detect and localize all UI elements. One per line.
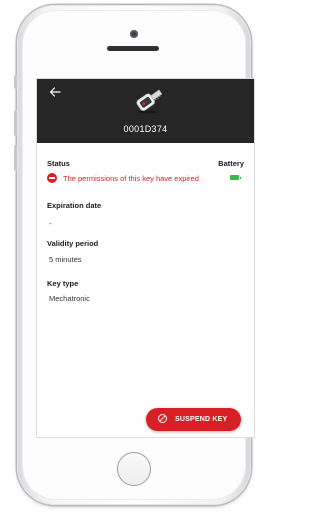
expiration-label: Expiration date [47, 201, 102, 210]
validity-label: Validity period [47, 239, 99, 248]
mechatronic-key-icon [136, 89, 163, 114]
expiration-value: - [49, 219, 52, 228]
no-entry-icon [47, 173, 57, 183]
status-label: Status [47, 159, 70, 168]
battery-label: Battery [218, 159, 244, 168]
volume-up-button [14, 110, 17, 136]
earpiece-speaker [107, 46, 159, 51]
suspend-key-label: SUSPEND KEY [175, 415, 228, 423]
key-id: 0001D374 [123, 124, 168, 134]
home-button[interactable] [117, 452, 151, 486]
status-text: The permissions of this key have expired [63, 174, 199, 183]
mute-switch [14, 75, 17, 89]
key-header: 0001D374 [37, 79, 254, 143]
status-row: The permissions of this key have expired [47, 173, 247, 185]
arrow-left-icon[interactable] [48, 85, 62, 99]
validity-value: 5 minutes [49, 255, 82, 264]
front-camera [130, 30, 138, 38]
battery-full-icon [230, 175, 241, 180]
volume-down-button [14, 145, 17, 171]
block-icon [158, 414, 167, 423]
key-type-label: Key type [47, 279, 79, 288]
key-type-value: Mechatronic [49, 294, 90, 303]
app-screen: 0001D374 Status Battery The permissions … [37, 79, 254, 437]
suspend-key-button[interactable]: SUSPEND KEY [146, 408, 241, 431]
